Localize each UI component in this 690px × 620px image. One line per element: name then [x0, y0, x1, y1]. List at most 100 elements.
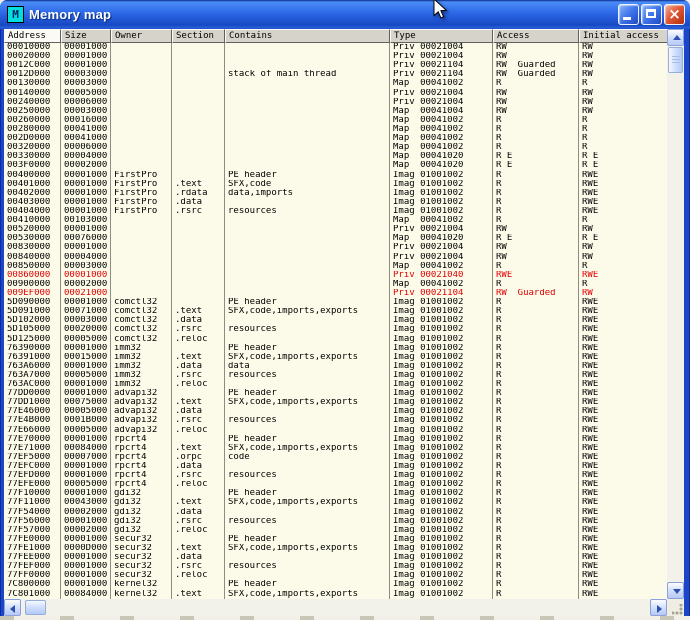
- cell-contains: SFX,code,imports,exports: [225, 444, 390, 453]
- table-row[interactable]: 0040100000001000FirstPro.textSFX,codeIma…: [4, 180, 667, 189]
- column-header-size[interactable]: Size: [61, 29, 111, 43]
- table-row[interactable]: 0052000000001000Priv 00021004RWRW: [4, 225, 667, 234]
- table-row[interactable]: 77EF500000007000rpcrt4.orpccodeImag 0100…: [4, 453, 667, 462]
- table-row[interactable]: 77EFC00000001000rpcrt4.dataImag 01001002…: [4, 462, 667, 471]
- table-row[interactable]: 763A700000005000imm32.rsrcresourcesImag …: [4, 371, 667, 380]
- cell-size: 00084000: [61, 444, 111, 453]
- cell-access: R: [493, 517, 579, 526]
- cell-size: 00001000: [61, 52, 111, 61]
- table-row[interactable]: 0085000000003000Map 00041002RR: [4, 262, 667, 271]
- column-header-owner[interactable]: Owner: [111, 29, 172, 43]
- table-row[interactable]: 77FE10000000D000secur32.textSFX,code,imp…: [4, 544, 667, 553]
- table-row[interactable]: 0002000000001000Priv 00021004RWRW: [4, 52, 667, 61]
- table-row[interactable]: 5D12500000005000comctl32.relocImag 01001…: [4, 335, 667, 344]
- table-row[interactable]: 77EFD00000001000rpcrt4.rsrcresourcesImag…: [4, 471, 667, 480]
- table-row[interactable]: 77F1100000043000gdi32.textSFX,code,impor…: [4, 498, 667, 507]
- cell-size: 00020000: [61, 325, 111, 334]
- vertical-scrollbar[interactable]: [667, 29, 684, 599]
- cell-access: R: [493, 535, 579, 544]
- column-header-type[interactable]: Type: [390, 29, 493, 43]
- table-row[interactable]: 002D000000041000Map 00041002RR: [4, 134, 667, 143]
- table-row[interactable]: 0041000000103000Map 00041002RR: [4, 216, 667, 225]
- column-header-contains[interactable]: Contains: [225, 29, 390, 43]
- table-row[interactable]: 77E6600000005000advapi32.relocImag 01001…: [4, 426, 667, 435]
- horizontal-scroll-track[interactable]: [46, 599, 650, 616]
- table-row[interactable]: 0040300000001000FirstPro.dataImag 010010…: [4, 198, 667, 207]
- table-row[interactable]: 0040400000001000FirstPro.rsrcresourcesIm…: [4, 207, 667, 216]
- table-row[interactable]: 7C80000000001000kernel32PE headerImag 01…: [4, 580, 667, 589]
- cell-owner: [111, 143, 172, 152]
- cell-section: .rsrc: [172, 371, 225, 380]
- vertical-scroll-track[interactable]: [667, 74, 684, 582]
- table-row[interactable]: 0084000000004000Priv 00021004RWRW: [4, 253, 667, 262]
- resize-grip[interactable]: [667, 599, 684, 616]
- scroll-left-button[interactable]: [4, 599, 21, 616]
- cell-owner: [111, 280, 172, 289]
- table-row[interactable]: 0001000000001000Priv 00021004RWRW: [4, 43, 667, 52]
- table-row[interactable]: 77FE000000001000secur32PE headerImag 010…: [4, 535, 667, 544]
- table-row[interactable]: 003F000000002000Map 00041020R ER E: [4, 161, 667, 170]
- cell-section: [172, 61, 225, 70]
- table-row[interactable]: 763AC00000001000imm32.relocImag 01001002…: [4, 380, 667, 389]
- table-row[interactable]: 7639000000001000imm32PE headerImag 01001…: [4, 344, 667, 353]
- table-row[interactable]: 0024000000006000Priv 00021004RWRW: [4, 98, 667, 107]
- table-row[interactable]: 0012D00000003000stack of main threadPriv…: [4, 70, 667, 79]
- table-row[interactable]: 0026000000016000Map 00041002RR: [4, 116, 667, 125]
- scroll-up-button[interactable]: [667, 29, 684, 46]
- table-row[interactable]: 0083000000001000Priv 00021004RWRW: [4, 243, 667, 252]
- table-row[interactable]: 0013000000003000Map 00041002RR: [4, 79, 667, 88]
- table-row[interactable]: 77F1000000001000gdi32PE headerImag 01001…: [4, 489, 667, 498]
- table-row[interactable]: 0028000000041000Map 00041002RR: [4, 125, 667, 134]
- horizontal-scroll-thumb[interactable]: [25, 600, 46, 615]
- cell-owner: [111, 52, 172, 61]
- table-row[interactable]: 77EFE00000005000rpcrt4.relocImag 0100100…: [4, 480, 667, 489]
- table-row[interactable]: 77FEF00000001000secur32.rsrcresourcesIma…: [4, 562, 667, 571]
- table-row[interactable]: 77E4600000005000advapi32.dataImag 010010…: [4, 407, 667, 416]
- table-row[interactable]: 0040200000001000FirstPro.rdatadata,impor…: [4, 189, 667, 198]
- table-row[interactable]: 0012C00000001000Priv 00021104RW GuardedR…: [4, 61, 667, 70]
- minimize-button[interactable]: [618, 4, 639, 25]
- close-button[interactable]: ×: [664, 4, 685, 25]
- table-row[interactable]: 0025000000003000Map 00041004RWRW: [4, 107, 667, 116]
- table-row[interactable]: 77FEE00000001000secur32.dataImag 0100100…: [4, 553, 667, 562]
- table-row[interactable]: 5D09100000071000comctl32.textSFX,code,im…: [4, 307, 667, 316]
- table-row[interactable]: 5D10200000003000comctl32.dataImag 010010…: [4, 316, 667, 325]
- table-row[interactable]: 0040000000001000FirstProPE headerImag 01…: [4, 171, 667, 180]
- table-row[interactable]: 77DD100000075000advapi32.textSFX,code,im…: [4, 398, 667, 407]
- scroll-right-button[interactable]: [650, 599, 667, 616]
- table-row[interactable]: 77F5400000002000gdi32.dataImag 01001002R…: [4, 508, 667, 517]
- table-row[interactable]: 0053000000076000Map 00041020R ER E: [4, 234, 667, 243]
- table-row[interactable]: 0033000000004000Map 00041020R ER E: [4, 152, 667, 161]
- table-row[interactable]: 77F5600000001000gdi32.rsrcresourcesImag …: [4, 517, 667, 526]
- cell-section: [172, 580, 225, 589]
- column-header-address[interactable]: Address: [4, 29, 61, 43]
- scroll-down-button[interactable]: [667, 582, 684, 599]
- table-row[interactable]: 009EF00000021000Priv 00021104RW GuardedR…: [4, 289, 667, 298]
- titlebar[interactable]: M Memory map ×: [0, 0, 690, 29]
- table-row[interactable]: 77F5700000002000gdi32.relocImag 01001002…: [4, 526, 667, 535]
- table-row[interactable]: 0032000000006000Map 00041002RR: [4, 143, 667, 152]
- cell-section: .text: [172, 180, 225, 189]
- table-row[interactable]: 5D10500000020000comctl32.rsrcresourcesIm…: [4, 325, 667, 334]
- table-row[interactable]: 77E7100000084000rpcrt4.textSFX,code,impo…: [4, 444, 667, 453]
- table-row[interactable]: 77E7000000001000rpcrt4PE headerImag 0100…: [4, 435, 667, 444]
- cell-access: RW: [493, 89, 579, 98]
- table-row[interactable]: 0090000000002000Map 00041002RR: [4, 280, 667, 289]
- cell-owner: imm32: [111, 380, 172, 389]
- cell-size: 00001000: [61, 571, 111, 580]
- column-header-section[interactable]: Section: [172, 29, 225, 43]
- table-row[interactable]: 7639100000015000imm32.textSFX,code,impor…: [4, 353, 667, 362]
- column-header-access[interactable]: Access: [493, 29, 579, 43]
- table-row[interactable]: 763A600000001000imm32.datadataImag 01001…: [4, 362, 667, 371]
- table-row[interactable]: 77DD000000001000advapi32PE headerImag 01…: [4, 389, 667, 398]
- maximize-button[interactable]: [641, 4, 662, 25]
- vertical-scroll-thumb[interactable]: [668, 47, 683, 73]
- table-row[interactable]: 5D09000000001000comctl32PE headerImag 01…: [4, 298, 667, 307]
- table-row[interactable]: 7C80100000084000kernel32.textSFX,code,im…: [4, 590, 667, 599]
- table-row[interactable]: 0086000000001000Priv 00021040RWERWE: [4, 271, 667, 280]
- horizontal-scrollbar[interactable]: [4, 599, 667, 616]
- table-row[interactable]: 77E4B0000001B000advapi32.rsrcresourcesIm…: [4, 416, 667, 425]
- table-row[interactable]: 0014000000005000Priv 00021004RWRW: [4, 89, 667, 98]
- table-row[interactable]: 77FF000000001000secur32.relocImag 010010…: [4, 571, 667, 580]
- column-header-initial[interactable]: Initial access: [579, 29, 667, 43]
